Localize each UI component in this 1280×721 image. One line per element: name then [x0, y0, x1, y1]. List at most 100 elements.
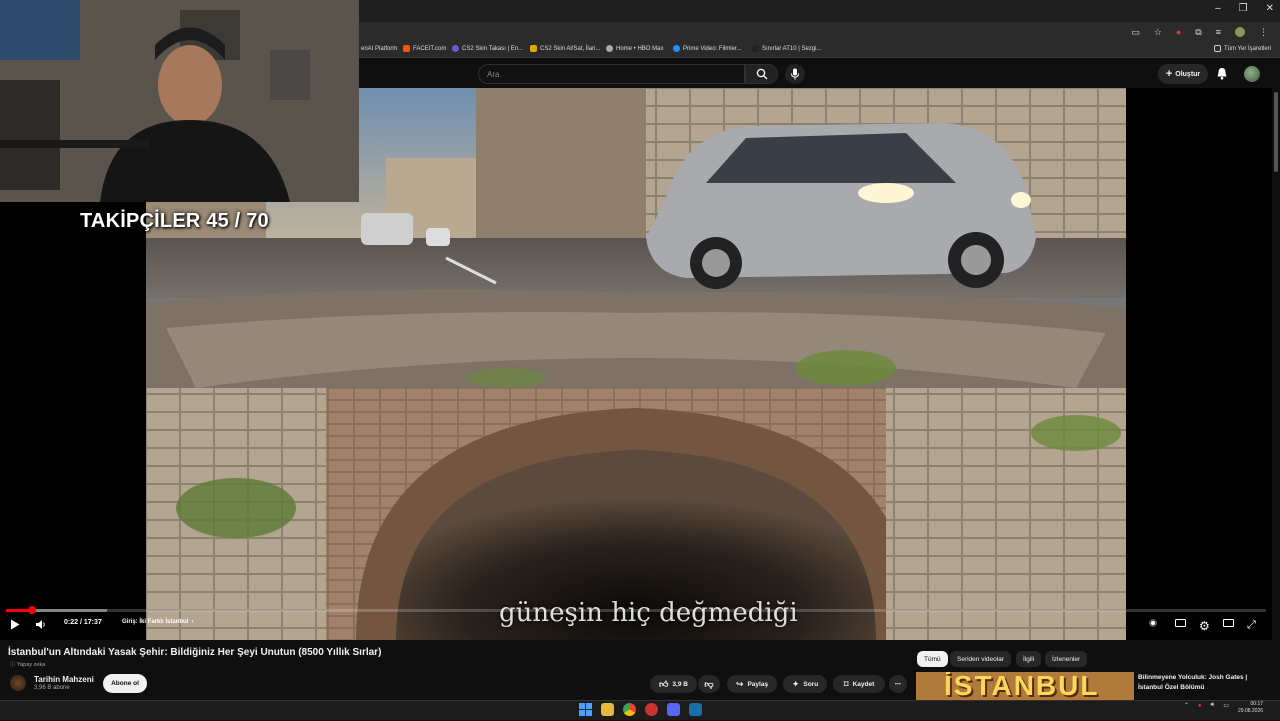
- play-button[interactable]: [10, 619, 20, 630]
- bookmark-icon: [452, 45, 459, 52]
- taskbar-clock[interactable]: 00:17 29.08.2026: [1238, 701, 1263, 715]
- bookmark-item[interactable]: Home • HBO Max: [606, 45, 663, 52]
- filter-chip-all[interactable]: Tümü: [917, 651, 948, 667]
- save-button[interactable]: ⌑ Kaydet: [833, 675, 885, 693]
- search-input[interactable]: Ara: [478, 64, 745, 84]
- volume-icon: [36, 620, 45, 629]
- subtitles-icon: [1175, 619, 1186, 627]
- clock-time: 00:17: [1250, 701, 1264, 707]
- subscribe-button[interactable]: Abone ol: [103, 674, 147, 693]
- chevron-right-icon: ›: [191, 619, 194, 625]
- bookmark-item[interactable]: CS2 Skin Al/Sat, İlan...: [530, 45, 600, 52]
- chrome-icon[interactable]: [623, 703, 636, 716]
- steam-icon[interactable]: [689, 703, 702, 716]
- thumbs-up-icon: 👍︎: [659, 678, 669, 689]
- bookmark-item[interactable]: CS2 Skin Takası | En...: [452, 45, 523, 52]
- more-actions-button[interactable]: ⋯: [889, 675, 907, 693]
- folder-icon: [1214, 45, 1221, 52]
- bookmark-item[interactable]: FACEIT.com: [403, 45, 446, 52]
- account-avatar[interactable]: [1244, 66, 1260, 82]
- share-button[interactable]: ↪ Paylaş: [727, 675, 777, 693]
- fullscreen-button[interactable]: ⤢: [1247, 619, 1256, 632]
- microphone-tray-icon[interactable]: ●: [1198, 703, 1202, 709]
- filter-chip-series[interactable]: Seriden videolar: [950, 651, 1011, 667]
- bookmark-icon: [752, 45, 759, 52]
- app-icon[interactable]: [645, 703, 658, 716]
- windows-taskbar: [0, 700, 1280, 720]
- filter-chip-related[interactable]: İlgili: [1016, 651, 1042, 667]
- prime-video-icon: [673, 45, 680, 52]
- windows-start-icon[interactable]: [579, 703, 592, 716]
- channel-name[interactable]: Tarihin Mahzeni: [34, 675, 94, 684]
- microphone-icon: [791, 68, 799, 80]
- bookmark-icon: [530, 45, 537, 52]
- share-icon: ↪: [735, 678, 744, 689]
- autoplay-icon: [1149, 619, 1157, 627]
- autoplay-toggle[interactable]: [1149, 619, 1157, 627]
- clock-date: 29.08.2026: [1238, 708, 1264, 714]
- theater-mode-button[interactable]: [1223, 619, 1234, 627]
- scrollbar-thumb[interactable]: [1274, 92, 1278, 172]
- ai-label: ⓘ Yapay zeka: [10, 662, 46, 668]
- faceit-icon: [403, 45, 410, 52]
- windows-logo: [579, 703, 592, 716]
- time-display: 0:22 / 17:37: [64, 619, 102, 626]
- more-horizontal-icon: ⋯: [894, 681, 902, 688]
- bookmark-icon: ⌑: [843, 678, 849, 689]
- profile-icon[interactable]: [1235, 27, 1245, 37]
- maximize-icon[interactable]: ❐: [1239, 3, 1248, 14]
- menu-icon[interactable]: ⋮: [1259, 27, 1268, 38]
- network-icon[interactable]: ▭: [1223, 702, 1229, 709]
- page-scrollbar[interactable]: [1272, 88, 1280, 700]
- like-button[interactable]: 👍︎ 3,9 B: [650, 675, 697, 693]
- notifications-bell-icon[interactable]: [1216, 67, 1228, 80]
- thumbs-down-icon: 👎︎: [704, 678, 714, 689]
- settings-button[interactable]: ⚙: [1199, 619, 1210, 633]
- hbo-icon: [606, 45, 613, 52]
- mute-button[interactable]: [35, 619, 47, 630]
- extensions-puzzle-icon[interactable]: ⧉: [1195, 27, 1201, 38]
- webcam-overlay: [0, 0, 359, 202]
- cast-icon[interactable]: ▭: [1131, 27, 1140, 38]
- bookmark-item[interactable]: enAI Platform: [358, 45, 397, 52]
- sparkle-icon: ✦: [791, 678, 800, 689]
- create-button[interactable]: + Oluştur: [1158, 64, 1208, 84]
- fullscreen-icon: ⤢: [1247, 619, 1256, 631]
- sidebar-icon[interactable]: ≡: [1216, 27, 1221, 37]
- recommended-video-thumbnail[interactable]: İSTANBUL: [916, 672, 1134, 700]
- recommended-video-title[interactable]: Bilinmeyene Yolculuk: Josh Gates | İstan…: [1138, 673, 1268, 693]
- ask-button[interactable]: ✦ Soru: [783, 675, 827, 693]
- file-explorer-icon[interactable]: [601, 703, 614, 716]
- channel-avatar[interactable]: [10, 675, 26, 691]
- window-controls: – ❐ ✕: [1215, 3, 1274, 14]
- video-title: İstanbul'un Altındaki Yasak Şehir: Bildi…: [8, 647, 382, 658]
- thumbnail-text: İSTANBUL: [944, 672, 1100, 700]
- close-icon[interactable]: ✕: [1266, 3, 1274, 14]
- dislike-button[interactable]: 👎︎: [698, 675, 720, 693]
- play-icon: [11, 619, 20, 630]
- search-button[interactable]: [745, 64, 778, 84]
- subtitles-button[interactable]: [1175, 619, 1186, 627]
- video-subtitle: güneşin hiç değmediği: [499, 598, 798, 628]
- chevron-up-icon[interactable]: ⌃: [1184, 702, 1189, 709]
- volume-tray-icon[interactable]: 🔊︎: [1211, 702, 1215, 709]
- minimize-icon[interactable]: –: [1215, 3, 1221, 14]
- bookmark-item[interactable]: Prime Video: Filmler...: [673, 45, 742, 52]
- bookmark-star-icon[interactable]: ☆: [1154, 27, 1162, 38]
- chapter-button[interactable]: Giriş: İki Farklı İstanbul ›: [122, 619, 193, 625]
- info-icon: ⓘ: [10, 662, 17, 668]
- gear-icon: ⚙: [1199, 619, 1210, 633]
- search-icon: [756, 68, 767, 80]
- extension-icon[interactable]: ●: [1176, 27, 1181, 37]
- bookmark-item[interactable]: Sınırlar AT10 | Sezgi...: [752, 45, 821, 52]
- streamer-camera-image: [0, 0, 359, 202]
- voice-search-button[interactable]: [785, 64, 805, 84]
- progress-bar[interactable]: [6, 609, 1266, 612]
- followers-goal-text: TAKİPÇİLER 45 / 70: [80, 210, 269, 232]
- filter-chip-watched[interactable]: İzlenenler: [1045, 651, 1088, 667]
- plus-icon: +: [1165, 68, 1173, 80]
- subscriber-count: 3,96 B abone: [34, 685, 70, 691]
- theater-icon: [1223, 619, 1234, 627]
- all-bookmarks[interactable]: Tüm Yer İşaretleri: [1214, 45, 1271, 52]
- discord-icon[interactable]: [667, 703, 680, 716]
